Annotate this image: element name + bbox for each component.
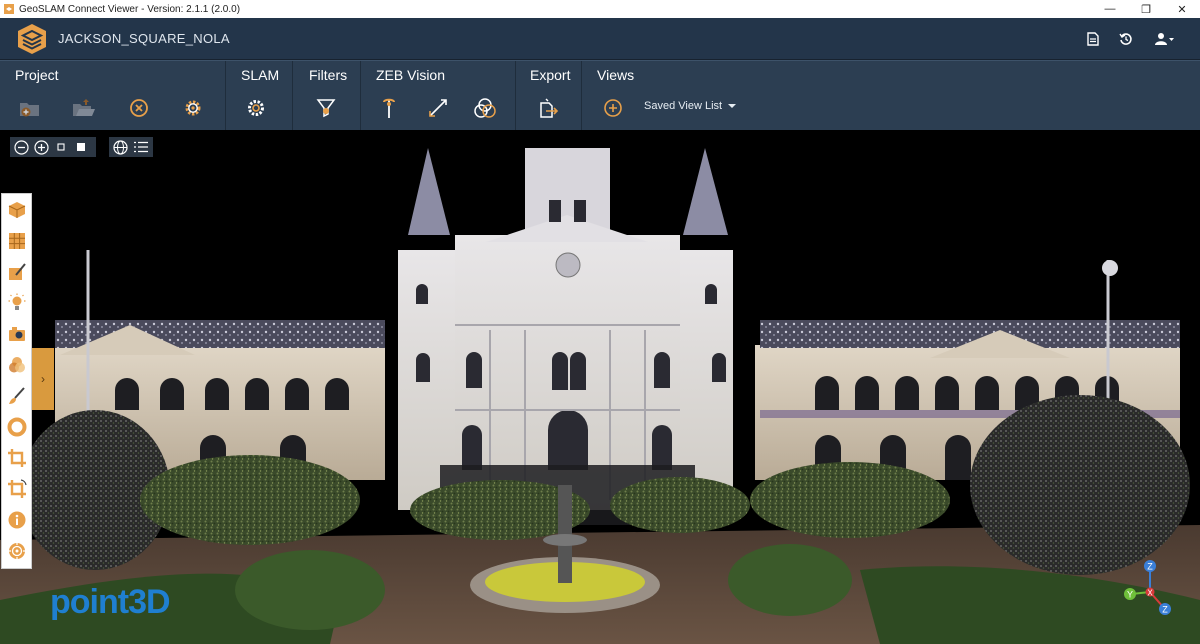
minimize-button[interactable]: — (1092, 0, 1128, 18)
app-header: JACKSON_SQUARE_NOLA (0, 18, 1200, 60)
paint-icon[interactable] (4, 258, 30, 285)
add-view-icon[interactable] (601, 96, 625, 120)
view-controls (109, 137, 153, 157)
crop-rotate-icon[interactable] (4, 475, 30, 502)
axis-x-label: X (1147, 589, 1153, 598)
axis-y-label: Y (1127, 590, 1133, 600)
color-blend-icon[interactable] (4, 351, 30, 378)
group-title-filters: Filters (309, 67, 348, 83)
report-icon[interactable] (1084, 30, 1102, 48)
history-icon[interactable] (1117, 30, 1135, 48)
geoslam-logo (18, 24, 46, 54)
zoom-in-icon[interactable] (33, 139, 49, 155)
ribbon-toolbar: Project SLAM Filters ZEB Vision Export V… (0, 60, 1200, 131)
ribbon-group-export: Export (516, 61, 582, 131)
restore-button[interactable]: ❐ (1128, 0, 1164, 18)
point-size-large-icon[interactable] (73, 139, 89, 155)
point-cloud-render (0, 148, 1200, 644)
user-menu-icon[interactable] (1154, 30, 1176, 48)
saved-view-list-label: Saved View List (644, 100, 723, 112)
ribbon-group-zeb-vision: ZEB Vision (361, 61, 516, 131)
chevron-right-icon: › (41, 372, 45, 386)
export-icon[interactable] (537, 96, 561, 120)
side-toolbar (1, 193, 32, 569)
open-folder-icon[interactable] (72, 96, 96, 120)
point-size-small-icon[interactable] (53, 139, 69, 155)
measure-icon[interactable] (426, 96, 450, 120)
filter-icon[interactable] (314, 96, 338, 120)
point-cloud-viewport[interactable]: › point3D Z Y X Z (0, 130, 1200, 644)
window-titlebar: GeoSLAM Connect Viewer - Version: 2.1.1 … (0, 0, 1200, 18)
donut-icon[interactable] (4, 413, 30, 440)
close-button[interactable]: ✕ (1164, 0, 1200, 18)
slam-process-icon[interactable] (244, 96, 268, 120)
overlap-icon[interactable] (473, 96, 497, 120)
info-icon[interactable] (4, 506, 30, 533)
add-scan-icon[interactable] (18, 96, 42, 120)
brush-icon[interactable] (4, 382, 30, 409)
pin-icon[interactable] (377, 96, 401, 120)
group-title-views: Views (597, 67, 635, 83)
axis-z-label: Z (1147, 562, 1153, 572)
chevron-down-icon (728, 104, 737, 108)
zoom-out-icon[interactable] (13, 139, 29, 155)
group-title-export: Export (530, 67, 571, 83)
project-name: JACKSON_SQUARE_NOLA (58, 31, 230, 46)
axis-gizmo[interactable]: Z Y X Z (1118, 560, 1178, 626)
axis-z2-label: Z (1162, 605, 1168, 615)
group-title-project: Project (15, 67, 59, 83)
panel-expand-tab[interactable]: › (32, 348, 54, 410)
target-icon[interactable] (4, 537, 30, 564)
ribbon-group-views: Views (582, 61, 1200, 131)
watermark-logo: point3D (50, 583, 171, 621)
grid-icon[interactable] (4, 227, 30, 254)
globe-icon[interactable] (112, 139, 128, 155)
close-project-icon[interactable] (127, 96, 151, 120)
window-title: GeoSLAM Connect Viewer - Version: 2.1.1 … (19, 3, 241, 15)
settings-icon[interactable] (181, 96, 205, 120)
layer-list-icon[interactable] (133, 139, 149, 155)
group-title-zeb-vision: ZEB Vision (376, 67, 445, 83)
app-icon (4, 4, 14, 14)
crop-icon[interactable] (4, 444, 30, 471)
light-icon[interactable] (4, 289, 30, 316)
saved-view-list-dropdown[interactable]: Saved View List (644, 100, 737, 112)
ribbon-group-filters: Filters (293, 61, 361, 131)
zoom-controls (10, 137, 96, 157)
group-title-slam: SLAM (241, 67, 280, 83)
camera-icon[interactable] (4, 320, 30, 347)
ribbon-group-slam: SLAM (226, 61, 293, 131)
cube-icon[interactable] (4, 196, 30, 223)
ribbon-group-project: Project (0, 61, 226, 131)
